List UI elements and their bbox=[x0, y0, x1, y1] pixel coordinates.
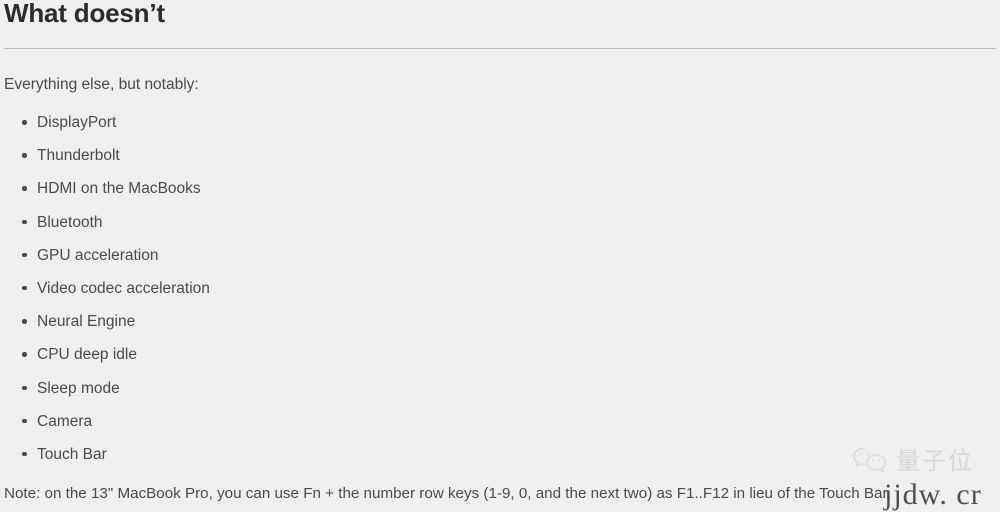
list-item: Bluetooth bbox=[0, 212, 210, 245]
intro-paragraph: Everything else, but notably: bbox=[4, 76, 199, 93]
list-item: HDMI on the MacBooks bbox=[0, 178, 210, 211]
page-title: What doesn’t bbox=[4, 0, 165, 28]
bullet-icon bbox=[22, 418, 27, 424]
watermark-label: 量子位 bbox=[896, 447, 974, 475]
list-item: Camera bbox=[0, 411, 210, 444]
list-item-label: Video codec acceleration bbox=[37, 279, 210, 297]
wechat-icon bbox=[852, 446, 888, 476]
list-item-label: HDMI on the MacBooks bbox=[37, 180, 201, 198]
unsupported-features-list: DisplayPort Thunderbolt HDMI on the MacB… bbox=[0, 112, 210, 477]
bullet-icon bbox=[22, 352, 27, 357]
list-item-label: Touch Bar bbox=[37, 445, 107, 463]
list-item: DisplayPort bbox=[0, 112, 210, 145]
list-item: Video codec acceleration bbox=[0, 278, 210, 311]
list-item: Neural Engine bbox=[0, 311, 210, 344]
list-item-label: GPU acceleration bbox=[37, 246, 159, 264]
list-item: CPU deep idle bbox=[0, 344, 210, 377]
list-item: Touch Bar bbox=[0, 444, 210, 477]
bullet-icon bbox=[22, 186, 27, 191]
bullet-icon bbox=[22, 219, 27, 225]
list-item-label: DisplayPort bbox=[37, 114, 117, 131]
list-item-label: Sleep mode bbox=[37, 379, 120, 397]
list-item: Sleep mode bbox=[0, 378, 210, 411]
list-item-label: Neural Engine bbox=[37, 313, 136, 331]
bullet-icon bbox=[22, 252, 27, 258]
bullet-icon bbox=[22, 319, 27, 324]
footnote: Note: on the 13" MacBook Pro, you can us… bbox=[4, 485, 891, 502]
list-item-label: Camera bbox=[37, 412, 93, 430]
bullet-icon bbox=[22, 385, 27, 390]
list-item-label: Thunderbolt bbox=[37, 147, 120, 165]
list-item-label: CPU deep idle bbox=[37, 346, 137, 364]
bullet-icon bbox=[22, 153, 27, 158]
article-page: What doesn’t Everything else, but notabl… bbox=[0, 0, 1000, 511]
bullet-icon bbox=[22, 451, 27, 457]
list-item: Thunderbolt bbox=[0, 145, 210, 178]
watermark-url: jjdw. cr bbox=[884, 478, 982, 511]
list-item: GPU acceleration bbox=[0, 245, 210, 278]
watermark: 量子位 bbox=[852, 446, 974, 476]
bullet-icon bbox=[22, 120, 27, 125]
list-item-label: Bluetooth bbox=[37, 213, 103, 231]
bullet-icon bbox=[22, 285, 27, 291]
horizontal-divider bbox=[4, 48, 996, 49]
